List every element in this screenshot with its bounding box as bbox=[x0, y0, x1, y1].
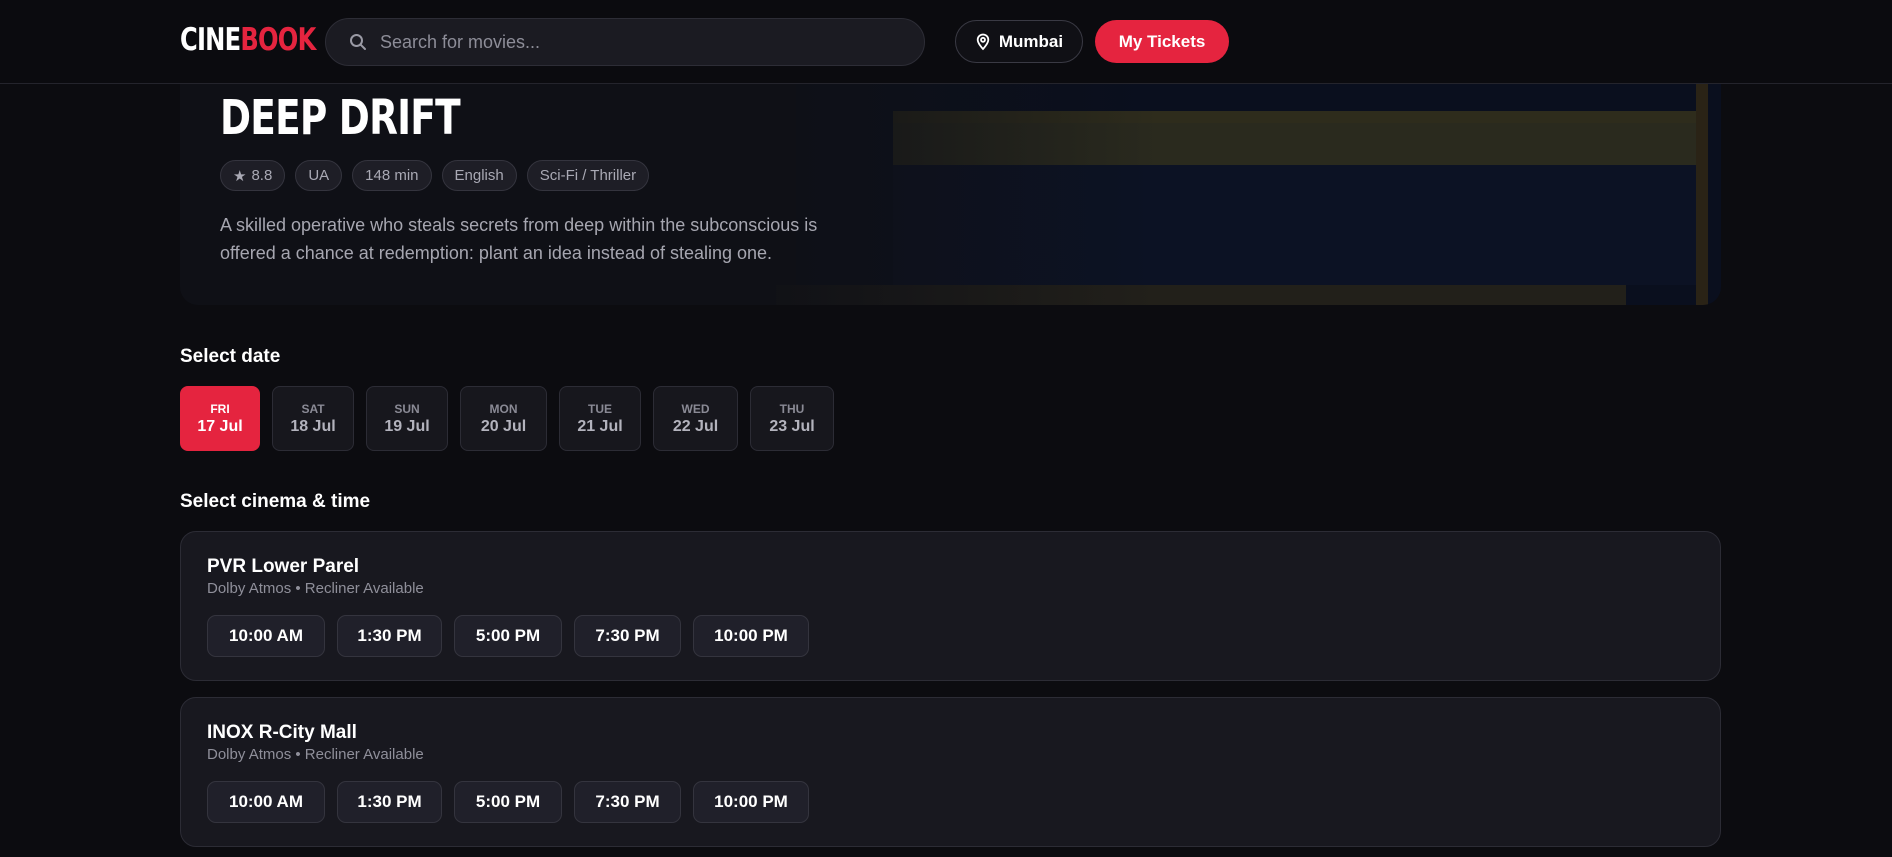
movie-hero: DEEP DRIFT ★ 8.8 UA 148 min English Sci-… bbox=[180, 60, 1721, 305]
cinema-card: PVR Lower Parel Dolby Atmos • Recliner A… bbox=[180, 531, 1721, 681]
date-weekday: FRI bbox=[210, 401, 230, 416]
showtime-list: 10:00 AM 1:30 PM 5:00 PM 7:30 PM 10:00 P… bbox=[207, 615, 809, 657]
showtime-button[interactable]: 10:00 AM bbox=[207, 615, 325, 657]
date-option[interactable]: WED 22 Jul bbox=[653, 386, 738, 451]
description-line: offered a chance at redemption: plant an… bbox=[220, 243, 773, 263]
date-day: 22 Jul bbox=[672, 417, 719, 435]
cinema-card: INOX R-City Mall Dolby Atmos • Recliner … bbox=[180, 697, 1721, 847]
certificate-chip: UA bbox=[295, 160, 343, 191]
movie-meta-chips: ★ 8.8 UA 148 min English Sci-Fi / Thrill… bbox=[220, 160, 650, 191]
search-bar[interactable] bbox=[325, 18, 925, 66]
rating-value: 8.8 bbox=[251, 167, 273, 184]
date-option[interactable]: SUN 19 Jul bbox=[366, 386, 448, 451]
logo-part-book: BOOK bbox=[240, 22, 316, 58]
cinema-name: PVR Lower Parel bbox=[207, 556, 360, 577]
showtime-button[interactable]: 10:00 AM bbox=[207, 781, 325, 823]
date-weekday: TUE bbox=[588, 401, 612, 416]
select-date-heading: Select date bbox=[180, 346, 281, 367]
date-selector: FRI 17 Jul SAT 18 Jul SUN 19 Jul MON 20 … bbox=[180, 386, 834, 451]
date-day: 18 Jul bbox=[290, 417, 336, 435]
date-day: 23 Jul bbox=[769, 417, 815, 435]
date-weekday: SAT bbox=[301, 401, 325, 416]
select-cinema-heading: Select cinema & time bbox=[180, 491, 371, 512]
movie-title: DEEP DRIFT bbox=[220, 90, 461, 146]
search-icon bbox=[348, 32, 368, 52]
city-selector-button[interactable]: Mumbai bbox=[955, 20, 1083, 63]
description-line: A skilled operative who steals secrets f… bbox=[220, 215, 818, 235]
showtime-button[interactable]: 10:00 PM bbox=[693, 781, 809, 823]
date-weekday: THU bbox=[779, 401, 805, 416]
date-day: 20 Jul bbox=[480, 417, 527, 435]
cinema-features: Dolby Atmos • Recliner Available bbox=[207, 746, 424, 763]
date-option[interactable]: MON 20 Jul bbox=[460, 386, 547, 451]
duration-chip: 148 min bbox=[352, 160, 432, 191]
logo-part-cine: CINE bbox=[180, 22, 241, 58]
date-option[interactable]: THU 23 Jul bbox=[750, 386, 834, 451]
top-navbar: CINEBOOK Mumbai My Tickets bbox=[0, 0, 1892, 84]
date-option[interactable]: TUE 21 Jul bbox=[559, 386, 641, 451]
cinebook-logo[interactable]: CINEBOOK bbox=[180, 20, 316, 60]
showtime-button[interactable]: 7:30 PM bbox=[574, 781, 681, 823]
date-weekday: WED bbox=[681, 401, 710, 416]
date-option[interactable]: FRI 17 Jul bbox=[180, 386, 260, 451]
search-input[interactable] bbox=[380, 31, 900, 53]
cinema-name: INOX R-City Mall bbox=[207, 722, 357, 743]
location-pin-icon bbox=[975, 33, 991, 51]
showtime-list: 10:00 AM 1:30 PM 5:00 PM 7:30 PM 10:00 P… bbox=[207, 781, 809, 823]
showtime-button[interactable]: 5:00 PM bbox=[454, 615, 562, 657]
showtime-button[interactable]: 10:00 PM bbox=[693, 615, 809, 657]
my-tickets-button[interactable]: My Tickets bbox=[1095, 20, 1229, 63]
showtime-button[interactable]: 5:00 PM bbox=[454, 781, 562, 823]
date-day: 19 Jul bbox=[384, 417, 430, 435]
date-option[interactable]: SAT 18 Jul bbox=[272, 386, 354, 451]
city-label: Mumbai bbox=[998, 31, 1064, 51]
date-weekday: MON bbox=[489, 401, 518, 416]
showtime-button[interactable]: 7:30 PM bbox=[574, 615, 681, 657]
cinema-features: Dolby Atmos • Recliner Available bbox=[207, 580, 424, 597]
rating-chip: ★ 8.8 bbox=[220, 160, 286, 191]
showtime-button[interactable]: 1:30 PM bbox=[337, 615, 442, 657]
star-icon: ★ bbox=[233, 167, 247, 185]
showtime-button[interactable]: 1:30 PM bbox=[337, 781, 442, 823]
date-weekday: SUN bbox=[394, 401, 420, 416]
date-day: 17 Jul bbox=[197, 417, 243, 435]
language-chip: English bbox=[441, 160, 517, 191]
date-day: 21 Jul bbox=[577, 417, 623, 435]
genre-chip: Sci-Fi / Thriller bbox=[526, 160, 650, 191]
movie-description: A skilled operative who steals secrets f… bbox=[220, 211, 880, 267]
